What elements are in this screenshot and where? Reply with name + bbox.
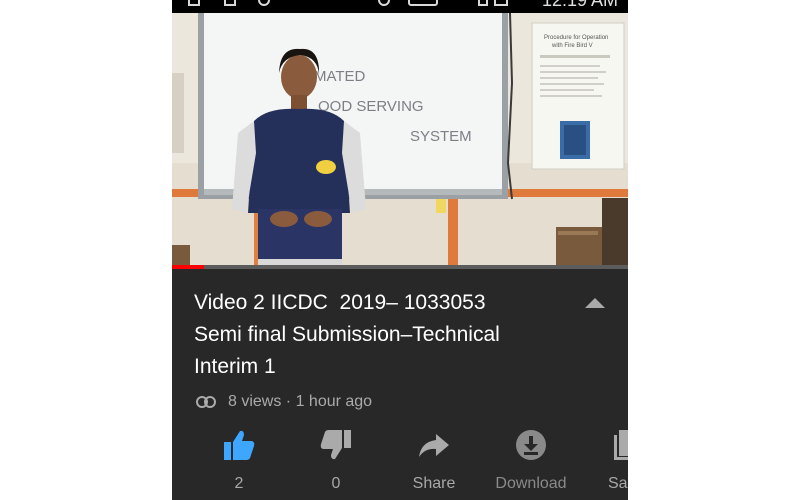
whiteboard-text-3: SYSTEM: [410, 128, 472, 145]
share-button[interactable]: Share: [389, 428, 479, 493]
like-count: 2: [234, 475, 244, 492]
views-and-age: 8 views · 1 hour ago: [228, 393, 373, 410]
save-button[interactable]: Sa: [584, 428, 628, 493]
thumbs-up-icon: [224, 430, 255, 460]
link-icon: [196, 396, 216, 408]
dislike-count: 0: [331, 475, 341, 492]
video-meta: 8 views · 1 hour ago: [196, 390, 372, 414]
video-title: Video 2 IICDC 2019– 1033053 Semi final S…: [194, 287, 574, 383]
save-label: Sa: [608, 475, 628, 492]
save-playlist-icon: [614, 430, 628, 460]
mobile-screen: 12:19 AM MATED OOD SERVING SYSTEM Proced…: [172, 0, 628, 500]
title-line-3: Interim 1: [194, 355, 276, 378]
gallery-icon: [224, 0, 236, 6]
title-line-1: Video 2 IICDC 2019– 1033053: [194, 291, 486, 314]
poster-header: Procedure for Operation: [544, 35, 608, 41]
dislike-button[interactable]: 0: [291, 428, 381, 493]
title-line-2: Semi final Submission–Technical: [194, 323, 500, 346]
status-bar: 12:19 AM: [172, 0, 628, 13]
poster-subheader: with Fire Bird V: [551, 43, 593, 49]
signal-icon: [478, 0, 488, 6]
whiteboard-text-2: OOD SERVING: [318, 98, 424, 115]
sync-icon: [378, 0, 390, 6]
collapse-chevron-icon[interactable]: [584, 296, 606, 310]
share-label: Share: [412, 475, 456, 492]
download-button[interactable]: Download: [486, 428, 576, 493]
data-speed-icon: [408, 0, 438, 6]
download-icon: [516, 430, 546, 460]
download-label: Download: [495, 475, 567, 492]
progress-bar[interactable]: [172, 265, 628, 269]
video-player[interactable]: MATED OOD SERVING SYSTEM Procedure for O…: [172, 13, 628, 269]
notification-icon: [188, 0, 200, 6]
status-clock: 12:19 AM: [541, 0, 618, 10]
video-frame: MATED OOD SERVING SYSTEM Procedure for O…: [172, 13, 628, 269]
battery-icon: [494, 0, 508, 6]
progress-played: [172, 265, 204, 269]
share-arrow-icon: [419, 434, 449, 457]
messenger-icon: [258, 0, 270, 6]
whiteboard-text-1: MATED: [314, 68, 366, 85]
thumbs-down-icon: [320, 430, 351, 460]
like-button[interactable]: 2: [194, 428, 284, 493]
